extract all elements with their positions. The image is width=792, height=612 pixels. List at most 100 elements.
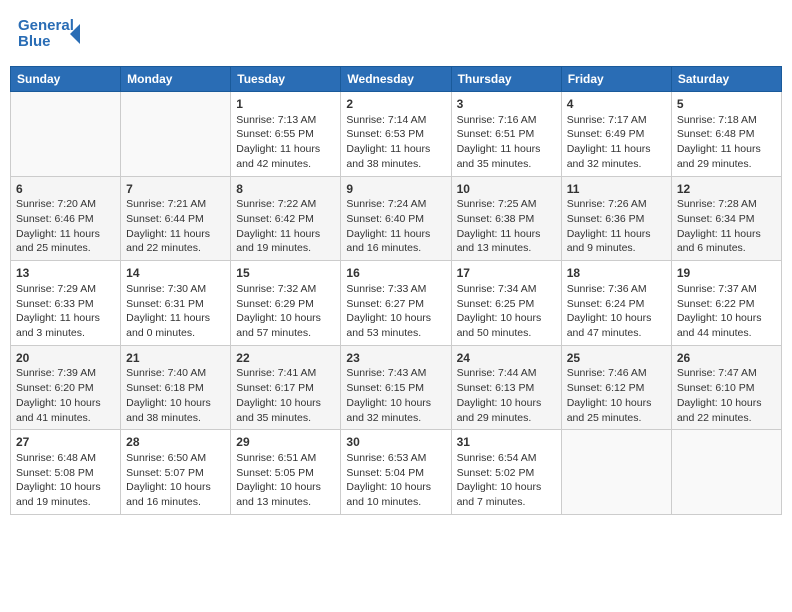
calendar-day-cell [11,92,121,177]
day-info: Sunrise: 7:30 AMSunset: 6:31 PMDaylight:… [126,282,225,341]
calendar-day-cell: 11Sunrise: 7:26 AMSunset: 6:36 PMDayligh… [561,176,671,261]
calendar-day-cell: 22Sunrise: 7:41 AMSunset: 6:17 PMDayligh… [231,345,341,430]
calendar-day-cell: 30Sunrise: 6:53 AMSunset: 5:04 PMDayligh… [341,430,451,515]
day-info: Sunrise: 7:16 AMSunset: 6:51 PMDaylight:… [457,113,556,172]
day-of-week-header: Wednesday [341,67,451,92]
day-info: Sunrise: 7:44 AMSunset: 6:13 PMDaylight:… [457,366,556,425]
day-number: 1 [236,96,335,113]
day-number: 27 [16,434,115,451]
calendar-table: SundayMondayTuesdayWednesdayThursdayFrid… [10,66,782,515]
calendar-week-row: 13Sunrise: 7:29 AMSunset: 6:33 PMDayligh… [11,261,782,346]
day-info: Sunrise: 6:53 AMSunset: 5:04 PMDaylight:… [346,451,445,510]
day-number: 19 [677,265,776,282]
day-of-week-header: Sunday [11,67,121,92]
calendar-day-cell [121,92,231,177]
calendar-day-cell: 24Sunrise: 7:44 AMSunset: 6:13 PMDayligh… [451,345,561,430]
logo: GeneralBlue [18,14,88,54]
day-number: 31 [457,434,556,451]
day-info: Sunrise: 7:40 AMSunset: 6:18 PMDaylight:… [126,366,225,425]
day-info: Sunrise: 7:18 AMSunset: 6:48 PMDaylight:… [677,113,776,172]
day-number: 15 [236,265,335,282]
day-info: Sunrise: 7:22 AMSunset: 6:42 PMDaylight:… [236,197,335,256]
calendar-day-cell: 4Sunrise: 7:17 AMSunset: 6:49 PMDaylight… [561,92,671,177]
day-number: 8 [236,181,335,198]
day-number: 6 [16,181,115,198]
day-info: Sunrise: 7:34 AMSunset: 6:25 PMDaylight:… [457,282,556,341]
day-info: Sunrise: 7:32 AMSunset: 6:29 PMDaylight:… [236,282,335,341]
day-number: 20 [16,350,115,367]
day-number: 17 [457,265,556,282]
calendar-day-cell: 9Sunrise: 7:24 AMSunset: 6:40 PMDaylight… [341,176,451,261]
day-info: Sunrise: 7:41 AMSunset: 6:17 PMDaylight:… [236,366,335,425]
day-info: Sunrise: 7:24 AMSunset: 6:40 PMDaylight:… [346,197,445,256]
calendar-day-cell: 7Sunrise: 7:21 AMSunset: 6:44 PMDaylight… [121,176,231,261]
calendar-day-cell: 2Sunrise: 7:14 AMSunset: 6:53 PMDaylight… [341,92,451,177]
page-header: GeneralBlue [10,10,782,58]
day-number: 2 [346,96,445,113]
day-of-week-header: Monday [121,67,231,92]
day-of-week-header: Saturday [671,67,781,92]
calendar-day-cell: 21Sunrise: 7:40 AMSunset: 6:18 PMDayligh… [121,345,231,430]
calendar-day-cell: 5Sunrise: 7:18 AMSunset: 6:48 PMDaylight… [671,92,781,177]
day-number: 25 [567,350,666,367]
calendar-day-cell: 8Sunrise: 7:22 AMSunset: 6:42 PMDaylight… [231,176,341,261]
day-info: Sunrise: 7:17 AMSunset: 6:49 PMDaylight:… [567,113,666,172]
day-number: 24 [457,350,556,367]
day-info: Sunrise: 7:21 AMSunset: 6:44 PMDaylight:… [126,197,225,256]
calendar-day-cell: 25Sunrise: 7:46 AMSunset: 6:12 PMDayligh… [561,345,671,430]
day-info: Sunrise: 7:33 AMSunset: 6:27 PMDaylight:… [346,282,445,341]
day-info: Sunrise: 7:28 AMSunset: 6:34 PMDaylight:… [677,197,776,256]
calendar-day-cell: 19Sunrise: 7:37 AMSunset: 6:22 PMDayligh… [671,261,781,346]
svg-text:General: General [18,17,74,34]
day-number: 21 [126,350,225,367]
day-info: Sunrise: 6:51 AMSunset: 5:05 PMDaylight:… [236,451,335,510]
day-info: Sunrise: 7:43 AMSunset: 6:15 PMDaylight:… [346,366,445,425]
day-of-week-header: Friday [561,67,671,92]
calendar-day-cell: 17Sunrise: 7:34 AMSunset: 6:25 PMDayligh… [451,261,561,346]
calendar-day-cell: 12Sunrise: 7:28 AMSunset: 6:34 PMDayligh… [671,176,781,261]
day-number: 11 [567,181,666,198]
day-info: Sunrise: 7:39 AMSunset: 6:20 PMDaylight:… [16,366,115,425]
day-info: Sunrise: 7:20 AMSunset: 6:46 PMDaylight:… [16,197,115,256]
calendar-day-cell: 15Sunrise: 7:32 AMSunset: 6:29 PMDayligh… [231,261,341,346]
day-info: Sunrise: 7:29 AMSunset: 6:33 PMDaylight:… [16,282,115,341]
day-of-week-header: Thursday [451,67,561,92]
calendar-week-row: 1Sunrise: 7:13 AMSunset: 6:55 PMDaylight… [11,92,782,177]
day-info: Sunrise: 7:25 AMSunset: 6:38 PMDaylight:… [457,197,556,256]
day-number: 29 [236,434,335,451]
calendar-week-row: 6Sunrise: 7:20 AMSunset: 6:46 PMDaylight… [11,176,782,261]
calendar-day-cell: 29Sunrise: 6:51 AMSunset: 5:05 PMDayligh… [231,430,341,515]
calendar-day-cell: 1Sunrise: 7:13 AMSunset: 6:55 PMDaylight… [231,92,341,177]
calendar-day-cell: 14Sunrise: 7:30 AMSunset: 6:31 PMDayligh… [121,261,231,346]
day-info: Sunrise: 7:47 AMSunset: 6:10 PMDaylight:… [677,366,776,425]
calendar-day-cell: 23Sunrise: 7:43 AMSunset: 6:15 PMDayligh… [341,345,451,430]
svg-text:Blue: Blue [18,33,51,50]
calendar-day-cell [561,430,671,515]
day-number: 13 [16,265,115,282]
calendar-day-cell: 6Sunrise: 7:20 AMSunset: 6:46 PMDaylight… [11,176,121,261]
calendar-day-cell: 10Sunrise: 7:25 AMSunset: 6:38 PMDayligh… [451,176,561,261]
calendar-day-cell [671,430,781,515]
day-number: 10 [457,181,556,198]
day-number: 23 [346,350,445,367]
day-info: Sunrise: 7:14 AMSunset: 6:53 PMDaylight:… [346,113,445,172]
calendar-day-cell: 16Sunrise: 7:33 AMSunset: 6:27 PMDayligh… [341,261,451,346]
day-info: Sunrise: 6:54 AMSunset: 5:02 PMDaylight:… [457,451,556,510]
calendar-day-cell: 27Sunrise: 6:48 AMSunset: 5:08 PMDayligh… [11,430,121,515]
day-info: Sunrise: 7:36 AMSunset: 6:24 PMDaylight:… [567,282,666,341]
day-number: 5 [677,96,776,113]
calendar-week-row: 27Sunrise: 6:48 AMSunset: 5:08 PMDayligh… [11,430,782,515]
day-number: 22 [236,350,335,367]
day-info: Sunrise: 6:48 AMSunset: 5:08 PMDaylight:… [16,451,115,510]
calendar-header-row: SundayMondayTuesdayWednesdayThursdayFrid… [11,67,782,92]
calendar-day-cell: 31Sunrise: 6:54 AMSunset: 5:02 PMDayligh… [451,430,561,515]
calendar-week-row: 20Sunrise: 7:39 AMSunset: 6:20 PMDayligh… [11,345,782,430]
day-number: 3 [457,96,556,113]
day-number: 4 [567,96,666,113]
day-info: Sunrise: 7:37 AMSunset: 6:22 PMDaylight:… [677,282,776,341]
day-of-week-header: Tuesday [231,67,341,92]
calendar-day-cell: 18Sunrise: 7:36 AMSunset: 6:24 PMDayligh… [561,261,671,346]
day-number: 16 [346,265,445,282]
calendar-day-cell: 13Sunrise: 7:29 AMSunset: 6:33 PMDayligh… [11,261,121,346]
day-number: 14 [126,265,225,282]
